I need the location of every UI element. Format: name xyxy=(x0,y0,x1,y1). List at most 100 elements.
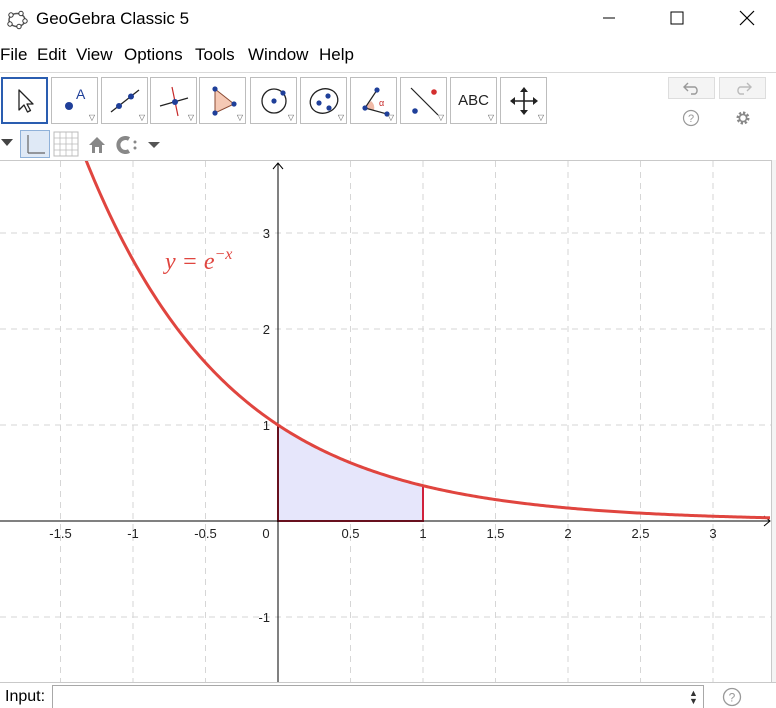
close-button[interactable] xyxy=(724,0,770,36)
y-tick-label: 3 xyxy=(263,226,270,241)
dropdown-triangle-icon: ▽ xyxy=(437,113,444,122)
menu-edit[interactable]: Edit xyxy=(37,45,76,65)
dropdown-triangle-icon: ▽ xyxy=(487,113,494,122)
svg-text:α: α xyxy=(379,98,384,108)
dropdown-triangle-icon: ▽ xyxy=(236,113,243,122)
maximize-icon xyxy=(670,11,684,25)
point-icon: A xyxy=(64,86,86,110)
point-capturing-button[interactable] xyxy=(114,134,162,156)
x-tick-label: -1.5 xyxy=(49,526,71,541)
function-curve[interactable] xyxy=(79,161,771,520)
arrow-pointer-icon xyxy=(17,88,34,113)
y-tick-label: -1 xyxy=(258,610,270,625)
menu-window[interactable]: Window xyxy=(248,45,319,65)
function-label-base: y = e xyxy=(163,249,215,275)
x-tick-label: 1 xyxy=(419,526,426,541)
conic-tool[interactable]: ▽ xyxy=(300,77,347,124)
menu-help[interactable]: Help xyxy=(319,45,359,65)
view-splitter[interactable] xyxy=(771,160,776,682)
perpendicular-icon xyxy=(159,86,188,116)
move-graphics-tool[interactable]: ▽ xyxy=(500,77,547,124)
menu-file[interactable]: File xyxy=(0,45,37,65)
minimize-icon xyxy=(603,17,615,19)
x-tick-label: 1.5 xyxy=(486,526,504,541)
move-tool[interactable] xyxy=(1,77,48,124)
minimize-button[interactable] xyxy=(586,0,632,36)
x-tick-label: 2 xyxy=(564,526,571,541)
text-icon: ABC xyxy=(458,92,489,109)
grid-icon xyxy=(53,131,79,157)
triangle-down-icon xyxy=(1,139,13,146)
show-axes-button[interactable] xyxy=(20,130,50,158)
stylebar-toggle-button[interactable] xyxy=(0,136,14,150)
title-bar: GeoGebra Classic 5 xyxy=(0,0,776,38)
help-icon[interactable]: ? xyxy=(682,109,700,127)
input-field[interactable] xyxy=(52,685,704,708)
style-bar xyxy=(0,130,776,160)
capture-icon xyxy=(116,136,160,154)
geogebra-logo-icon xyxy=(7,10,28,30)
window-title: GeoGebra Classic 5 xyxy=(36,9,190,28)
input-history-icon[interactable]: ▲ ▼ xyxy=(689,689,698,706)
svg-text:?: ? xyxy=(729,691,736,705)
menu-tools[interactable]: Tools xyxy=(195,45,248,65)
move-arrows-icon xyxy=(509,86,538,115)
close-icon xyxy=(739,10,755,26)
dropdown-triangle-icon: ▽ xyxy=(138,113,145,122)
standard-view-button[interactable] xyxy=(86,134,108,156)
undo-icon xyxy=(682,82,698,95)
dropdown-triangle-icon: ▽ xyxy=(387,113,394,122)
line-icon xyxy=(110,88,139,113)
point-tool[interactable]: A ▽ xyxy=(51,77,98,124)
polygon-icon xyxy=(211,85,237,116)
toolbar: A ▽ ▽ ▽ ▽ ▽ ▽ α ▽ ▽ ABC ▽ ▽ ? xyxy=(0,72,776,130)
maximize-button[interactable] xyxy=(654,0,700,36)
x-tick-label: -0.5 xyxy=(194,526,216,541)
redo-button[interactable] xyxy=(719,77,766,99)
show-grid-button[interactable] xyxy=(51,130,81,158)
function-label-exponent: −x xyxy=(215,246,233,263)
x-tick-label: 3 xyxy=(709,526,716,541)
svg-text:A: A xyxy=(76,86,86,102)
redo-icon xyxy=(736,82,752,95)
x-tick-label: 2.5 xyxy=(631,526,649,541)
x-tick-labels: -1.5 -1 -0.5 0 0.5 1 1.5 2 2.5 3 xyxy=(49,526,716,541)
dropdown-triangle-icon: ▽ xyxy=(88,113,95,122)
dropdown-triangle-icon: ▽ xyxy=(537,113,544,122)
help-icon: ? xyxy=(722,687,742,707)
reflect-tool[interactable]: ▽ xyxy=(400,77,447,124)
dropdown-triangle-icon: ▽ xyxy=(187,113,194,122)
graphics-view[interactable]: -1.5 -1 -0.5 0 0.5 1 1.5 2 2.5 3 3 2 1 -1 y = e−x xyxy=(0,160,772,682)
circle-icon xyxy=(260,87,287,114)
dropdown-triangle-icon: ▽ xyxy=(287,113,294,122)
dropdown-triangle-icon: ▽ xyxy=(337,113,344,122)
angle-tool[interactable]: α ▽ xyxy=(350,77,397,124)
graphics-canvas[interactable]: -1.5 -1 -0.5 0 0.5 1 1.5 2 2.5 3 3 2 1 -1 y = e−x xyxy=(0,161,772,682)
y-tick-label: 2 xyxy=(263,322,270,337)
input-help-button[interactable]: ? xyxy=(722,687,742,707)
x-tick-label: 0 xyxy=(262,526,269,541)
reflect-icon xyxy=(410,87,438,115)
svg-text:?: ? xyxy=(688,113,694,125)
menu-bar: File Edit View Options Tools Window Help xyxy=(0,40,776,70)
x-tick-label: -1 xyxy=(127,526,139,541)
function-label[interactable]: y = e−x xyxy=(163,246,232,275)
perpendicular-line-tool[interactable]: ▽ xyxy=(150,77,197,124)
polygon-tool[interactable]: ▽ xyxy=(199,77,246,124)
input-label: Input: xyxy=(5,688,46,705)
line-tool[interactable]: ▽ xyxy=(101,77,148,124)
grid-lines xyxy=(0,161,772,682)
coordinate-axes xyxy=(0,162,771,682)
angle-icon: α xyxy=(361,86,390,117)
circle-tool[interactable]: ▽ xyxy=(250,77,297,124)
text-tool[interactable]: ABC ▽ xyxy=(450,77,497,124)
menu-view[interactable]: View xyxy=(76,45,124,65)
menu-options[interactable]: Options xyxy=(124,45,195,65)
gear-icon[interactable] xyxy=(734,109,752,127)
ellipse-icon xyxy=(309,87,338,114)
home-icon xyxy=(89,137,105,153)
y-tick-labels: 321-1 xyxy=(258,226,270,625)
undo-button[interactable] xyxy=(668,77,715,99)
x-tick-label: 0.5 xyxy=(341,526,359,541)
input-bar: Input: ▲ ▼ ? xyxy=(0,682,776,708)
